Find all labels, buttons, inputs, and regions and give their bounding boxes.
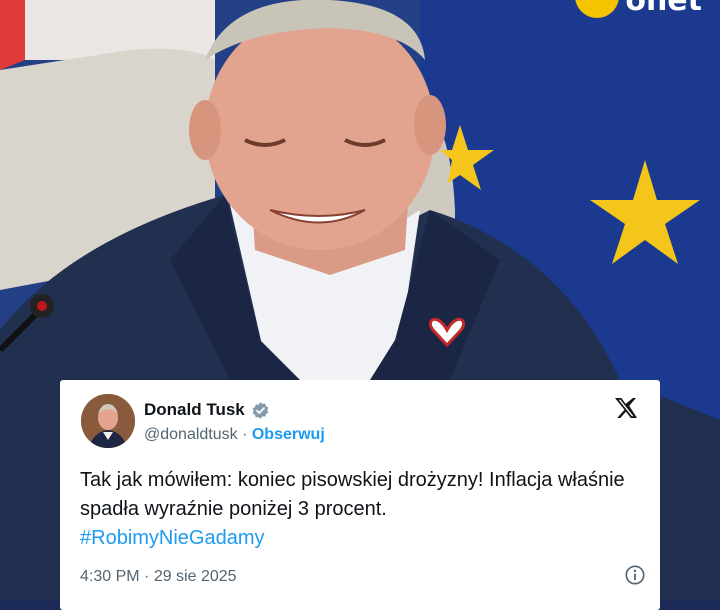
- handle-row: @donaldtusk · Obserwuj: [144, 426, 325, 444]
- onet-logo-text: onet: [625, 0, 702, 18]
- author-handle[interactable]: @donaldtusk: [144, 426, 238, 443]
- x-logo-icon[interactable]: [614, 396, 638, 420]
- info-icon[interactable]: [624, 564, 646, 586]
- tweet-date[interactable]: 29 sie 2025: [154, 568, 237, 585]
- tweet-text: Tak jak mówiłem: koniec pisowskiej droży…: [80, 466, 640, 553]
- hashtag-link[interactable]: #RobimyNieGadamy: [80, 524, 640, 553]
- avatar[interactable]: [81, 394, 135, 448]
- tweet-meta: 4:30 PM · 29 sie 2025: [80, 568, 237, 585]
- handle-separator: ·: [237, 426, 252, 443]
- author-row: Donald Tusk: [144, 400, 270, 420]
- verified-badge-icon: [252, 401, 269, 419]
- author-name[interactable]: Donald Tusk: [144, 400, 245, 420]
- tweet-time[interactable]: 4:30 PM: [80, 568, 140, 585]
- tweet-card[interactable]: Donald Tusk @donaldtusk · Obserwuj Tak j…: [60, 380, 660, 610]
- tweet-body: Tak jak mówiłem: koniec pisowskiej droży…: [80, 469, 625, 520]
- onet-logo: onet: [575, 0, 702, 18]
- follow-button[interactable]: Obserwuj: [252, 426, 325, 443]
- onet-logo-dot: [575, 0, 620, 18]
